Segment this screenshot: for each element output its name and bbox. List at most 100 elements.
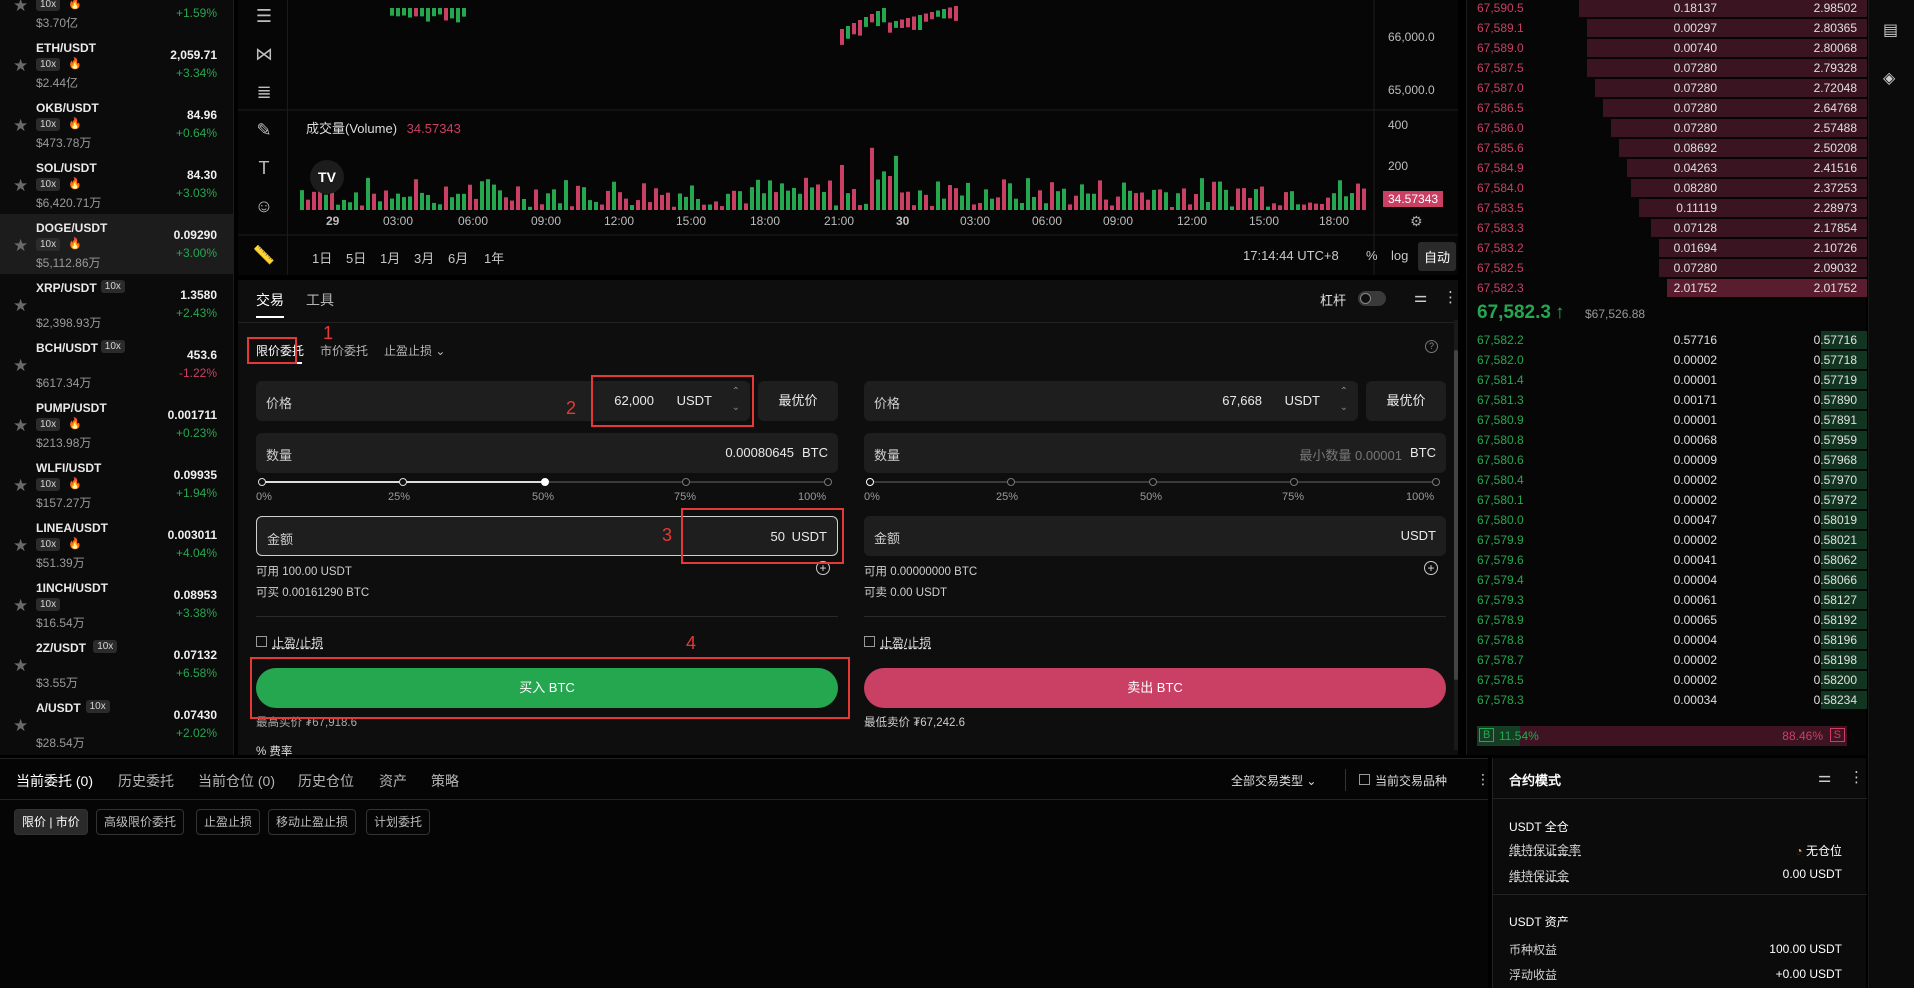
transfer-plus-icon[interactable]: +: [1424, 561, 1438, 575]
price-stepper-icon[interactable]: ⌃ ⌄: [1340, 384, 1348, 416]
market-row[interactable]: ★ OKB/USDT 10x 🔥 $473.78万 84.96 +0.64%: [0, 94, 233, 154]
log-scale-toggle[interactable]: log: [1391, 248, 1408, 263]
tab-open-orders[interactable]: 当前委托 (0): [16, 771, 93, 791]
tab-position-history[interactable]: 历史仓位: [298, 771, 354, 791]
buy-tpsl-label[interactable]: 止盈/止损: [272, 634, 323, 651]
sell-amount-field[interactable]: 金额 USDT: [864, 516, 1446, 556]
slider-stop[interactable]: [824, 478, 832, 486]
sell-percent-slider[interactable]: [866, 478, 1440, 486]
star-icon[interactable]: ★: [13, 176, 28, 196]
range-button[interactable]: 1日: [312, 248, 332, 267]
market-row[interactable]: ★ SOL/USDT 10x 🔥 $6,420.71万 84.30 +3.03%: [0, 154, 233, 214]
ruler-tool-icon[interactable]: 📏: [252, 243, 276, 267]
emoji-tool-icon[interactable]: ☺: [252, 194, 276, 218]
ask-row[interactable]: 67,583.2 0.01694 2.10726: [1467, 238, 1867, 258]
trade-type-filter[interactable]: 全部交易类型 ⌄: [1231, 772, 1316, 789]
market-row[interactable]: ★ 1INCH/USDT 10x $16.54万 0.08953 +3.38%: [0, 574, 233, 634]
sell-tpsl-label[interactable]: 止盈/止损: [880, 634, 931, 651]
market-row[interactable]: ★ PUMP/USDT 10x 🔥 $213.98万 0.001711 +0.23%: [0, 394, 233, 454]
sell-price-value[interactable]: 67,668: [1222, 393, 1262, 408]
text-tool-icon[interactable]: T: [252, 156, 276, 180]
ask-row[interactable]: 67,586.5 0.07280 2.64768: [1467, 98, 1867, 118]
price-chart[interactable]: [238, 0, 1458, 275]
star-icon[interactable]: ★: [13, 296, 28, 316]
buy-btc-button[interactable]: 买入 BTC: [256, 668, 838, 708]
ask-row[interactable]: 67,586.0 0.07280 2.57488: [1467, 118, 1867, 138]
candlestick-chart[interactable]: [238, 0, 1458, 275]
range-button[interactable]: 1年: [484, 248, 504, 267]
sell-qty-placeholder[interactable]: 最小数量 0.00001: [1299, 445, 1402, 464]
bid-row[interactable]: 67,580.6 0.00009 0.57968: [1467, 450, 1867, 470]
ask-row[interactable]: 67,589.0 0.00740 2.80068: [1467, 38, 1867, 58]
bid-row[interactable]: 67,578.9 0.00065 0.58192: [1467, 610, 1867, 630]
ask-row[interactable]: 67,582.5 0.07280 2.09032: [1467, 258, 1867, 278]
bid-row[interactable]: 67,579.9 0.00002 0.58021: [1467, 530, 1867, 550]
star-icon[interactable]: ★: [13, 536, 28, 556]
sell-tpsl-checkbox[interactable]: [864, 636, 875, 647]
bid-row[interactable]: 67,579.3 0.00061 0.58127: [1467, 590, 1867, 610]
bid-row[interactable]: 67,580.1 0.00002 0.57972: [1467, 490, 1867, 510]
sell-btc-button[interactable]: 卖出 BTC: [864, 668, 1446, 708]
market-row[interactable]: ★ ETH/USDT 10x 🔥 $2.44亿 2,059.71 +3.34%: [0, 34, 233, 94]
chip-tpsl[interactable]: 止盈止损: [196, 809, 261, 835]
sell-price-field[interactable]: 价格 67,668 USDT ⌃ ⌄: [864, 381, 1358, 421]
current-symbol-checkbox[interactable]: [1359, 774, 1370, 785]
tab-positions[interactable]: 当前仓位 (0): [198, 771, 275, 791]
ask-row[interactable]: 67,583.3 0.07128 2.17854: [1467, 218, 1867, 238]
range-button[interactable]: 3月: [414, 248, 434, 267]
settings-sliders-icon[interactable]: ⚌: [1818, 768, 1831, 786]
range-button[interactable]: 1月: [380, 248, 400, 267]
star-icon[interactable]: ★: [13, 0, 28, 16]
slider-stop[interactable]: [399, 478, 407, 486]
ask-row[interactable]: 67,585.6 0.08692 2.50208: [1467, 138, 1867, 158]
star-icon[interactable]: ★: [13, 716, 28, 736]
ask-row[interactable]: 67,587.5 0.07280 2.79328: [1467, 58, 1867, 78]
layers-icon[interactable]: ◈: [1883, 68, 1895, 88]
tab-assets[interactable]: 资产: [379, 771, 407, 791]
tab-strategies[interactable]: 策略: [431, 771, 459, 791]
star-icon[interactable]: ★: [13, 236, 28, 256]
bid-row[interactable]: 67,578.8 0.00004 0.58196: [1467, 630, 1867, 650]
transfer-plus-icon[interactable]: +: [816, 561, 830, 575]
bid-row[interactable]: 67,582.0 0.00002 0.57718: [1467, 350, 1867, 370]
buy-percent-slider[interactable]: [258, 478, 832, 486]
auto-scale-toggle[interactable]: 自动: [1418, 242, 1457, 271]
fee-link[interactable]: % 费率: [256, 743, 292, 759]
chip-trailing-stop[interactable]: 移动止盈止损: [268, 809, 357, 835]
chip-advanced-limit[interactable]: 高级限价委托: [96, 809, 185, 835]
pattern-tool-icon[interactable]: ⋈: [252, 42, 276, 66]
bid-row[interactable]: 67,581.4 0.00001 0.57719: [1467, 370, 1867, 390]
tab-tools[interactable]: 工具: [306, 290, 334, 310]
market-row[interactable]: ★ DOGE/USDT 10x 🔥 $5,112.86万 0.09290 +3.00%: [0, 214, 233, 274]
slider-stop[interactable]: [1007, 478, 1015, 486]
brush-tool-icon[interactable]: ✎: [252, 118, 276, 142]
ask-row[interactable]: 67,582.3 2.01752 2.01752: [1467, 278, 1867, 298]
star-icon[interactable]: ★: [13, 416, 28, 436]
bid-row[interactable]: 67,578.7 0.00002 0.58198: [1467, 650, 1867, 670]
percent-scale-toggle[interactable]: %: [1366, 248, 1378, 263]
slider-stop[interactable]: [1290, 478, 1298, 486]
market-row[interactable]: ★ BCH/USDT 10x $617.34万 453.6 -1.22%: [0, 334, 233, 394]
slider-stop[interactable]: [1149, 478, 1157, 486]
star-icon[interactable]: ★: [13, 596, 28, 616]
settings-sliders-icon[interactable]: ⚌: [1414, 288, 1427, 306]
range-button[interactable]: 5日: [346, 248, 366, 267]
buy-tpsl-checkbox[interactable]: [256, 636, 267, 647]
buy-quantity-field[interactable]: 数量 0.00080645 BTC: [256, 433, 838, 473]
sell-quantity-field[interactable]: 数量 最小数量 0.00001 BTC: [864, 433, 1446, 473]
bid-row[interactable]: 67,580.9 0.00001 0.57891: [1467, 410, 1867, 430]
slider-handle[interactable]: [866, 478, 874, 486]
ask-row[interactable]: 67,584.0 0.08280 2.37253: [1467, 178, 1867, 198]
tab-order-history[interactable]: 历史委托: [118, 771, 174, 791]
market-row[interactable]: ★ 10x 🔥 $3.70亿 +1.59%: [0, 0, 233, 34]
ask-row[interactable]: 67,589.1 0.00297 2.80365: [1467, 18, 1867, 38]
ask-row[interactable]: 67,590.5 0.18137 2.98502: [1467, 0, 1867, 18]
star-icon[interactable]: ★: [13, 656, 28, 676]
bid-row[interactable]: 67,582.2 0.57716 0.57716: [1467, 330, 1867, 350]
settings-gear-icon[interactable]: ⚙: [1410, 213, 1423, 230]
market-row[interactable]: ★ LINEA/USDT 10x 🔥 $51.39万 0.003011 +4.04%: [0, 514, 233, 574]
bid-row[interactable]: 67,581.3 0.00171 0.57890: [1467, 390, 1867, 410]
sell-best-price-button[interactable]: 最优价: [1366, 381, 1446, 421]
ask-row[interactable]: 67,583.5 0.11119 2.28973: [1467, 198, 1867, 218]
chip-trigger-order[interactable]: 计划委托: [366, 809, 431, 835]
